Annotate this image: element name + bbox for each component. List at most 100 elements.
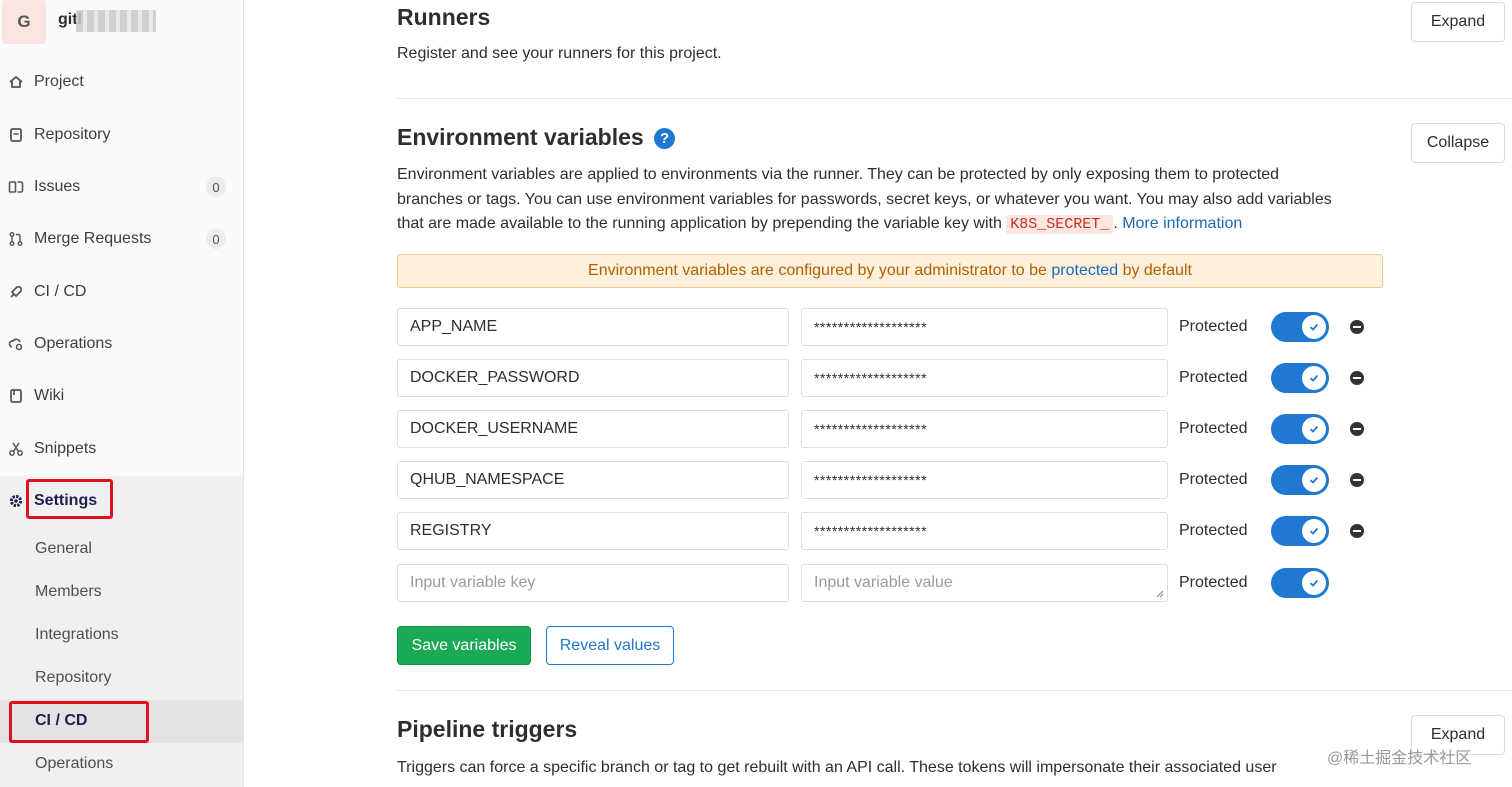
variable-key-input[interactable]: QHUB_NAMESPACE	[397, 461, 789, 499]
protected-toggle[interactable]	[1271, 568, 1329, 598]
rocket-icon	[8, 284, 24, 300]
sidebar-item-label: Project	[34, 73, 84, 90]
variable-value-input[interactable]: *******************	[801, 359, 1168, 397]
watermark: @稀土掘金技术社区	[1327, 750, 1472, 767]
variable-row: REGISTRY ******************* Protected	[397, 512, 1397, 552]
protected-toggle[interactable]	[1271, 414, 1329, 444]
protected-toggle[interactable]	[1271, 312, 1329, 342]
merge-request-icon	[8, 231, 24, 247]
check-icon	[1302, 468, 1326, 492]
remove-variable-icon[interactable]	[1350, 422, 1364, 436]
sidebar: G gitl Project Repository Issues 0 Merge…	[0, 0, 244, 787]
section-divider	[397, 690, 1512, 691]
save-variables-button[interactable]: Save variables	[397, 626, 531, 665]
remove-variable-icon[interactable]	[1350, 473, 1364, 487]
help-icon[interactable]: ?	[654, 128, 676, 149]
main-content: Runners Register and see your runners fo…	[244, 0, 1512, 787]
sidebar-item-ci-cd[interactable]: CI / CD	[0, 272, 244, 312]
check-icon	[1302, 417, 1326, 441]
sidebar-item-label: Wiki	[34, 387, 65, 404]
reveal-values-button[interactable]: Reveal values	[546, 626, 674, 665]
protected-label: Protected	[1179, 318, 1248, 335]
ci-cd-highlight-box	[9, 701, 149, 743]
variable-row: APP_NAME ******************* Protected	[397, 308, 1397, 348]
k8s-secret-code: K8S_SECRET_	[1006, 215, 1114, 234]
settings-sub-general[interactable]: General	[35, 540, 92, 558]
protected-label: Protected	[1179, 369, 1248, 386]
protected-label: Protected	[1179, 522, 1248, 539]
variable-row: DOCKER_USERNAME ******************* Prot…	[397, 410, 1397, 450]
runners-description: Register and see your runners for this p…	[397, 45, 722, 62]
variable-value-input[interactable]: *******************	[801, 512, 1168, 550]
home-icon	[8, 74, 24, 90]
sidebar-item-wiki[interactable]: Wiki	[0, 376, 244, 416]
protected-label: Protected	[1179, 574, 1248, 591]
check-icon	[1302, 315, 1326, 339]
env-vars-description: Environment variables are applied to env…	[397, 163, 1397, 238]
sidebar-item-operations[interactable]: Operations	[0, 324, 244, 364]
project-name-redaction	[76, 10, 156, 32]
settings-highlight-box	[26, 479, 113, 519]
runners-title: Runners	[397, 4, 491, 30]
resize-handle-icon[interactable]	[1156, 590, 1164, 598]
cloud-gear-icon	[8, 336, 24, 352]
remove-variable-icon[interactable]	[1350, 371, 1364, 385]
env-vars-collapse-button[interactable]: Collapse	[1411, 123, 1505, 163]
section-divider	[397, 98, 1512, 99]
check-icon	[1302, 519, 1326, 543]
settings-sub-operations[interactable]: Operations	[35, 755, 113, 773]
runners-expand-button[interactable]: Expand	[1411, 2, 1505, 42]
check-icon	[1302, 571, 1326, 595]
settings-sub-members[interactable]: Members	[35, 583, 102, 601]
remove-variable-icon[interactable]	[1350, 320, 1364, 334]
sidebar-item-label: CI / CD	[34, 283, 87, 300]
protected-label: Protected	[1179, 420, 1248, 437]
new-variable-value-textarea[interactable]: Input variable value	[801, 564, 1168, 602]
variable-value-input[interactable]: *******************	[801, 461, 1168, 499]
protected-toggle[interactable]	[1271, 516, 1329, 546]
desc-line-3-text: that are made available to the running a…	[397, 215, 1007, 232]
remove-variable-icon[interactable]	[1350, 524, 1364, 538]
env-vars-title: Environment variables ?	[397, 124, 676, 151]
protected-label: Protected	[1179, 471, 1248, 488]
issues-icon	[8, 179, 24, 195]
sidebar-item-project[interactable]: Project	[0, 62, 244, 102]
settings-sub-repository[interactable]: Repository	[35, 669, 111, 687]
sidebar-item-label: Merge Requests	[34, 230, 152, 247]
settings-sub-integrations[interactable]: Integrations	[35, 626, 119, 644]
protected-toggle[interactable]	[1271, 465, 1329, 495]
variable-key-input[interactable]: DOCKER_PASSWORD	[397, 359, 789, 397]
protected-link[interactable]: protected	[1051, 262, 1118, 280]
sidebar-item-label: Repository	[34, 126, 111, 143]
book-icon	[8, 388, 24, 404]
sidebar-item-snippets[interactable]: Snippets	[0, 429, 244, 469]
project-header[interactable]: G gitl	[0, 0, 244, 46]
project-avatar[interactable]: G	[2, 0, 46, 44]
variable-key-input[interactable]: APP_NAME	[397, 308, 789, 346]
variable-row: QHUB_NAMESPACE ******************* Prote…	[397, 461, 1397, 501]
new-variable-row: Input variable key Input variable value …	[397, 564, 1397, 604]
variable-key-input[interactable]: REGISTRY	[397, 512, 789, 550]
variable-key-input[interactable]: DOCKER_USERNAME	[397, 410, 789, 448]
sidebar-item-repository[interactable]: Repository	[0, 115, 244, 155]
variable-value-input[interactable]: *******************	[801, 308, 1168, 346]
new-variable-key-input[interactable]: Input variable key	[397, 564, 789, 602]
variable-row: DOCKER_PASSWORD ******************* Prot…	[397, 359, 1397, 399]
scissors-icon	[8, 441, 24, 457]
env-vars-title-text: Environment variables	[397, 124, 644, 150]
merge-requests-count-badge: 0	[206, 229, 226, 249]
gear-icon	[8, 493, 24, 509]
check-icon	[1302, 366, 1326, 390]
warning-text-pre: Environment variables are configured by …	[588, 262, 1047, 279]
warning-text-post: by default	[1122, 262, 1192, 279]
pipeline-triggers-description: Triggers can force a specific branch or …	[397, 759, 1277, 776]
sidebar-item-label: Snippets	[34, 440, 97, 457]
more-information-link[interactable]: More information	[1122, 215, 1242, 232]
protected-toggle[interactable]	[1271, 363, 1329, 393]
desc-line-2: branches or tags. You can use environmen…	[397, 190, 1332, 208]
sidebar-item-label: Operations	[34, 335, 113, 352]
desc-line-3-sep: .	[1113, 215, 1123, 232]
sidebar-item-merge-requests[interactable]: Merge Requests 0	[0, 219, 244, 259]
variable-value-input[interactable]: *******************	[801, 410, 1168, 448]
sidebar-item-issues[interactable]: Issues 0	[0, 167, 244, 207]
